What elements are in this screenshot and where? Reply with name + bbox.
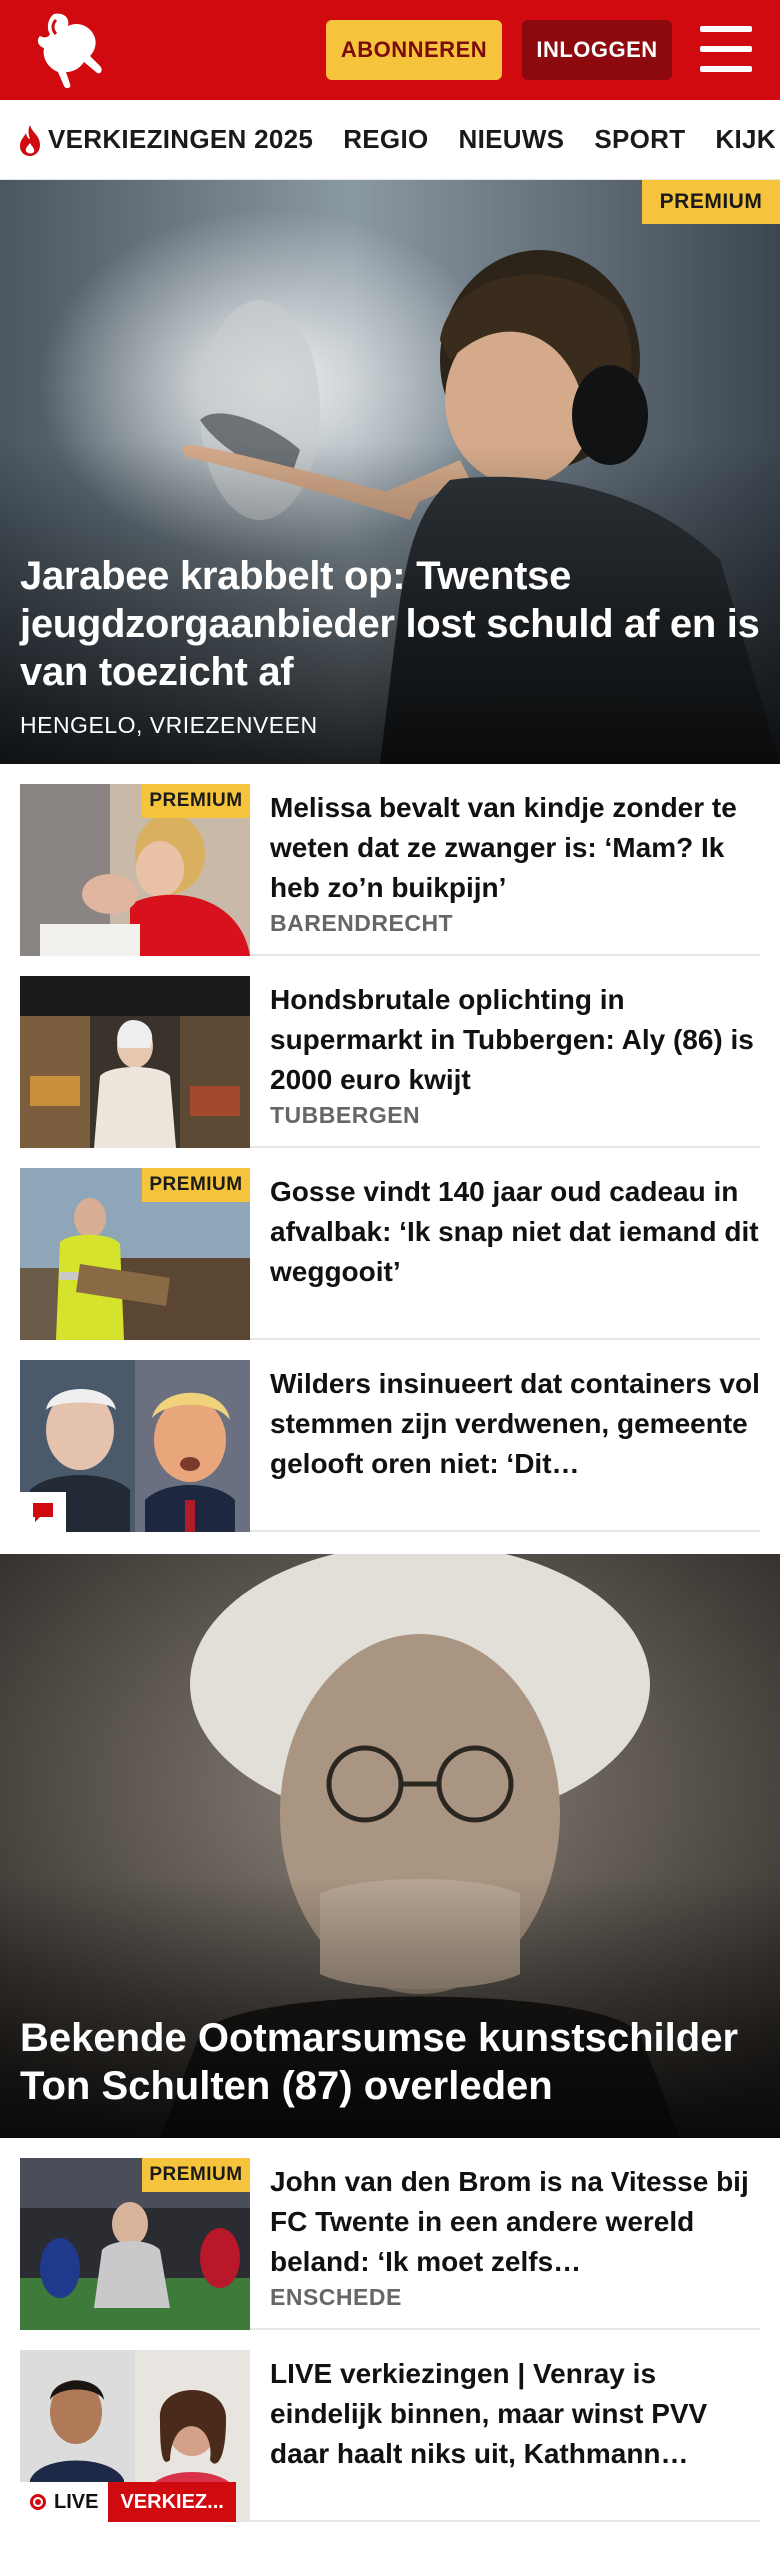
- article-thumbnail: PREMIUM: [20, 1168, 250, 1340]
- article-headline[interactable]: Melissa bevalt van kindje zonder te wete…: [270, 788, 760, 908]
- live-label: LIVE: [54, 2490, 99, 2513]
- article-location: ENSCHEDE: [270, 2284, 402, 2310]
- login-button[interactable]: INLOGGEN: [522, 20, 672, 80]
- comment-icon: [20, 1492, 66, 1532]
- hero-headline[interactable]: Jarabee krabbelt op: Twentse jeugdzorgaa…: [20, 552, 760, 696]
- nav-item-nieuws[interactable]: NIEUWS: [459, 124, 565, 155]
- top-bar: ABONNEREN INLOGGEN: [0, 0, 780, 100]
- article-headline[interactable]: Wilders insinueert dat containers vol st…: [270, 1364, 760, 1484]
- hero-location: HENGELO, VRIEZENVEEN: [20, 712, 318, 738]
- list-item[interactable]: Wilders insinueert dat containers vol st…: [20, 1340, 760, 1532]
- tubantia-logo-icon[interactable]: [34, 10, 110, 90]
- article-thumbnail: [20, 1360, 250, 1532]
- premium-badge: PREMIUM: [642, 180, 780, 224]
- nav-item-kijk[interactable]: KIJK: [715, 124, 775, 155]
- premium-badge: PREMIUM: [142, 2158, 250, 2192]
- feature-headline[interactable]: Bekende Ootmarsumse kunstschilder Ton Sc…: [20, 2014, 760, 2110]
- tag-label: VERKIEZ...: [108, 2482, 236, 2522]
- flame-icon: [20, 124, 40, 156]
- list-item[interactable]: PREMIUM Melissa bevalt van kindje zonder…: [20, 764, 760, 956]
- hero-article[interactable]: PREMIUM Jarabee krabbelt op: Twentse jeu…: [0, 180, 780, 764]
- article-headline[interactable]: LIVE verkiezingen | Venray is eindelijk …: [270, 2354, 760, 2474]
- feature-article[interactable]: Bekende Ootmarsumse kunstschilder Ton Sc…: [0, 1554, 780, 2138]
- live-badge: LIVE VERKIEZ...: [20, 2482, 236, 2522]
- list-item[interactable]: PREMIUM Gosse vindt 140 jaar oud cadeau …: [20, 1148, 760, 1340]
- nav-item-regio[interactable]: REGIO: [343, 124, 428, 155]
- article-headline[interactable]: John van den Brom is na Vitesse bij FC T…: [270, 2162, 760, 2282]
- article-thumbnail: [20, 976, 250, 1148]
- premium-badge: PREMIUM: [142, 784, 250, 818]
- article-location: TUBBERGEN: [270, 1102, 421, 1128]
- article-thumbnail: PREMIUM: [20, 784, 250, 956]
- article-location: BARENDRECHT: [270, 910, 454, 936]
- nav-item-verkiezingen[interactable]: VERKIEZINGEN 2025: [16, 123, 313, 157]
- subscribe-button[interactable]: ABONNEREN: [326, 20, 502, 80]
- article-thumbnail: PREMIUM: [20, 2158, 250, 2330]
- section-nav: VERKIEZINGEN 2025 REGIO NIEUWS SPORT KIJ…: [0, 100, 780, 180]
- article-headline[interactable]: Hondsbrutale oplichting in supermarkt in…: [270, 980, 760, 1100]
- premium-badge: PREMIUM: [142, 1168, 250, 1202]
- article-thumbnail: LIVE VERKIEZ...: [20, 2350, 250, 2522]
- live-dot-icon: [30, 2494, 46, 2510]
- list-item[interactable]: LIVE VERKIEZ... LIVE verkiezingen | Venr…: [20, 2330, 760, 2522]
- article-headline[interactable]: Gosse vindt 140 jaar oud cadeau in afval…: [270, 1172, 760, 1292]
- hamburger-menu-icon[interactable]: [700, 26, 752, 72]
- nav-item-sport[interactable]: SPORT: [594, 124, 685, 155]
- nav-item-label: VERKIEZINGEN 2025: [48, 124, 314, 154]
- article-image: [20, 976, 250, 1148]
- list-item[interactable]: PREMIUM John van den Brom is na Vitesse …: [20, 2138, 760, 2330]
- list-item[interactable]: Hondsbrutale oplichting in supermarkt in…: [20, 956, 760, 1148]
